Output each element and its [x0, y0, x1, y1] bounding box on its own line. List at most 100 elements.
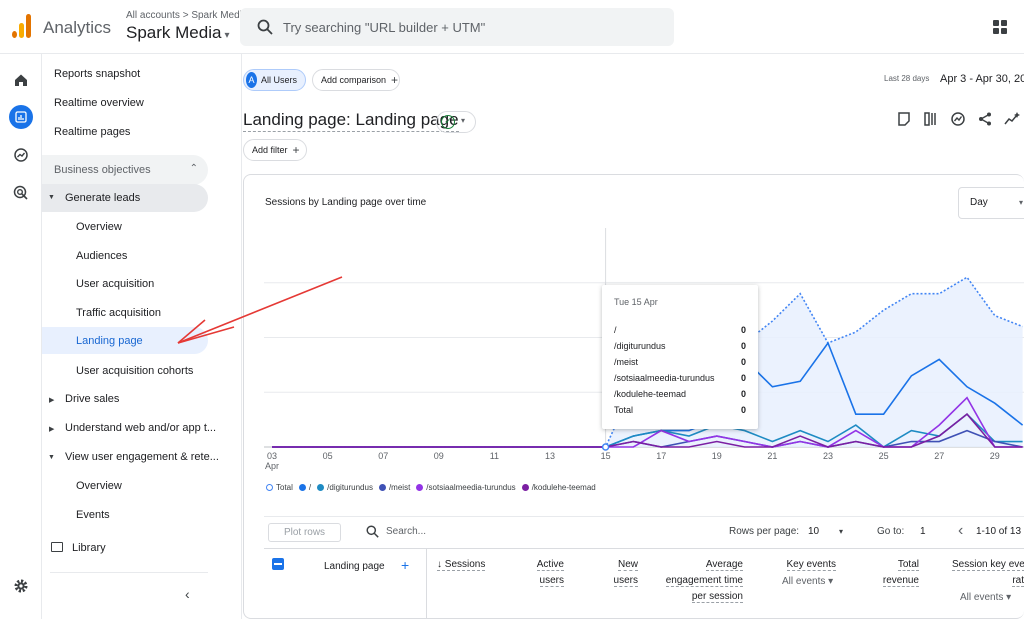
- goto-page-input[interactable]: 1: [920, 526, 926, 537]
- collapse-sidebar-icon[interactable]: ‹: [185, 586, 190, 602]
- legend-swatch: [521, 484, 529, 491]
- table-search-input[interactable]: Search...: [386, 526, 426, 537]
- reports-icon[interactable]: [9, 105, 33, 129]
- nav-reports-snapshot[interactable]: Reports snapshot: [54, 68, 140, 80]
- segment-chip-all-users[interactable]: A All Users: [243, 69, 306, 91]
- trend-sparkle-icon[interactable]: [1004, 111, 1020, 127]
- triangle-right-icon: ▶: [49, 426, 55, 433]
- section-business-objectives[interactable]: Business objectives ⌃: [42, 155, 208, 185]
- legend-swatch: [416, 484, 424, 491]
- search-icon: [366, 525, 379, 538]
- tooltip-row: /kodulehe-teemad 0: [614, 389, 746, 399]
- tooltip-date: Tue 15 Apr: [614, 297, 658, 307]
- group-drive-sales[interactable]: Drive sales: [65, 393, 119, 405]
- report-status-button[interactable]: ✓ ▾: [436, 111, 476, 133]
- chart-tooltip: Tue 15 Apr /0/digiturundus 0/meist 0/sotsi…: [602, 285, 758, 429]
- chart-legend: Total / /digiturundus/meist/sotsiaalmeedia…: [266, 483, 596, 492]
- nav-overview[interactable]: Overview: [76, 221, 122, 233]
- customize-report-icon[interactable]: [896, 111, 912, 127]
- tooltip-row-label: /kodulehe-teemad: [614, 389, 687, 399]
- legend-swatch: [298, 484, 306, 491]
- home-icon[interactable]: [9, 68, 33, 92]
- new-users-column-header[interactable]: New users: [594, 557, 638, 589]
- select-all-checkbox[interactable]: [272, 558, 284, 570]
- app-name: Analytics: [43, 18, 112, 37]
- nav-engagement-overview[interactable]: Overview: [76, 480, 122, 492]
- search-placeholder: Try searching "URL builder + UTM": [283, 20, 486, 35]
- plot-rows-button[interactable]: Plot rows: [268, 523, 341, 542]
- legend-label: /meist: [388, 483, 411, 492]
- legend-swatch: [317, 484, 325, 491]
- tooltip-row: /meist 0: [614, 357, 746, 367]
- account-breadcrumb[interactable]: All accounts > Spark Media: [126, 10, 247, 21]
- section-label: Business objectives: [54, 164, 151, 176]
- apps-grid-icon[interactable]: [993, 20, 1007, 34]
- nav-audiences[interactable]: Audiences: [76, 250, 127, 262]
- search-bar[interactable]: Try searching "URL builder + UTM": [240, 8, 674, 46]
- top-bar: Analytics All accounts > Spark Media Spa…: [0, 0, 1024, 54]
- nav-traffic-acquisition[interactable]: Traffic acquisition: [76, 307, 161, 319]
- legend-item[interactable]: /: [298, 483, 311, 492]
- session-key-events-filter[interactable]: All events ▾: [960, 592, 1011, 603]
- sessions-column-header[interactable]: ↓ Sessions: [437, 557, 486, 573]
- nav-realtime-overview[interactable]: Realtime overview: [54, 97, 144, 109]
- dimension-header[interactable]: Landing page: [324, 559, 385, 575]
- triangle-down-icon: ▼: [48, 194, 55, 201]
- group-understand-web[interactable]: Understand web and/or app t...: [65, 422, 216, 434]
- add-dimension-icon[interactable]: +: [401, 557, 409, 573]
- legend-item[interactable]: /kodulehe-teemad: [521, 483, 596, 492]
- explore-icon[interactable]: [9, 143, 33, 167]
- nav-user-acquisition[interactable]: User acquisition: [76, 278, 154, 290]
- property-selector[interactable]: Spark Media ▾: [126, 23, 229, 43]
- caret-down-icon: ▾: [224, 30, 230, 41]
- legend-label: /kodulehe-teemad: [531, 483, 596, 492]
- prev-page-icon[interactable]: ‹: [958, 522, 963, 540]
- tooltip-row-value: 0: [740, 389, 746, 399]
- nav-landing-page-label: Landing page: [76, 335, 143, 347]
- add-comparison-label: Add comparison: [321, 75, 387, 85]
- advertising-icon[interactable]: [9, 181, 33, 205]
- analytics-logo-icon[interactable]: [12, 14, 32, 38]
- key-events-column-header[interactable]: Key events: [772, 557, 836, 573]
- folder-icon: [51, 542, 63, 552]
- avg-engagement-column-header[interactable]: Average engagement time per session: [655, 557, 743, 605]
- legend-item[interactable]: /sotsiaalmeedia-turundus: [416, 483, 516, 492]
- table-divider: [264, 516, 1024, 517]
- total-revenue-column-header[interactable]: Total revenue: [872, 557, 919, 589]
- active-users-column-header[interactable]: Active users: [520, 557, 564, 589]
- group-generate-leads[interactable]: ▼ Generate leads: [42, 184, 208, 212]
- session-key-event-rate-column-header[interactable]: Session key even rat: [952, 557, 1024, 589]
- group-user-engagement[interactable]: View user engagement & rete...: [65, 451, 219, 463]
- key-events-filter[interactable]: All events ▾: [782, 576, 833, 587]
- nav-realtime-pages[interactable]: Realtime pages: [54, 126, 130, 138]
- nav-landing-page[interactable]: Landing page: [42, 327, 208, 354]
- chevron-up-icon: ⌃: [189, 163, 198, 174]
- goto-label: Go to:: [877, 526, 905, 537]
- legend-item[interactable]: /meist: [378, 483, 411, 492]
- insights-icon[interactable]: [950, 111, 966, 127]
- rows-per-page-label: Rows per page:: [729, 526, 800, 537]
- rows-per-page-select[interactable]: 10: [808, 526, 819, 537]
- nav-events[interactable]: Events: [76, 509, 110, 521]
- caret-down-icon[interactable]: ▾: [839, 527, 843, 536]
- legend-item[interactable]: Total: [266, 483, 293, 492]
- add-filter-button[interactable]: Add filter +: [243, 139, 307, 161]
- date-range-picker[interactable]: Apr 3 - Apr 30, 202: [940, 73, 1024, 85]
- legend-label: /digiturundus: [327, 483, 373, 492]
- legend-item[interactable]: /digiturundus: [317, 483, 373, 492]
- granularity-value: Day: [970, 197, 988, 208]
- granularity-select[interactable]: Day ▾: [958, 187, 1024, 219]
- nav-user-acquisition-cohorts[interactable]: User acquisition cohorts: [76, 365, 193, 377]
- tooltip-row-label: Total: [614, 405, 634, 415]
- add-comparison-button[interactable]: Add comparison +: [312, 69, 400, 91]
- tooltip-row: /sotsiaalmeedia-turundus 0: [614, 373, 746, 383]
- date-range-label: Last 28 days: [884, 74, 930, 83]
- left-rail: [0, 54, 42, 619]
- share-icon[interactable]: [977, 111, 993, 127]
- column-separator: [426, 548, 427, 619]
- tooltip-row-label: /sotsiaalmeedia-turundus: [614, 373, 715, 383]
- settings-gear-icon[interactable]: [9, 574, 33, 598]
- compare-columns-icon[interactable]: [923, 111, 939, 127]
- sidebar-divider: [50, 572, 208, 573]
- nav-library[interactable]: Library: [72, 542, 106, 554]
